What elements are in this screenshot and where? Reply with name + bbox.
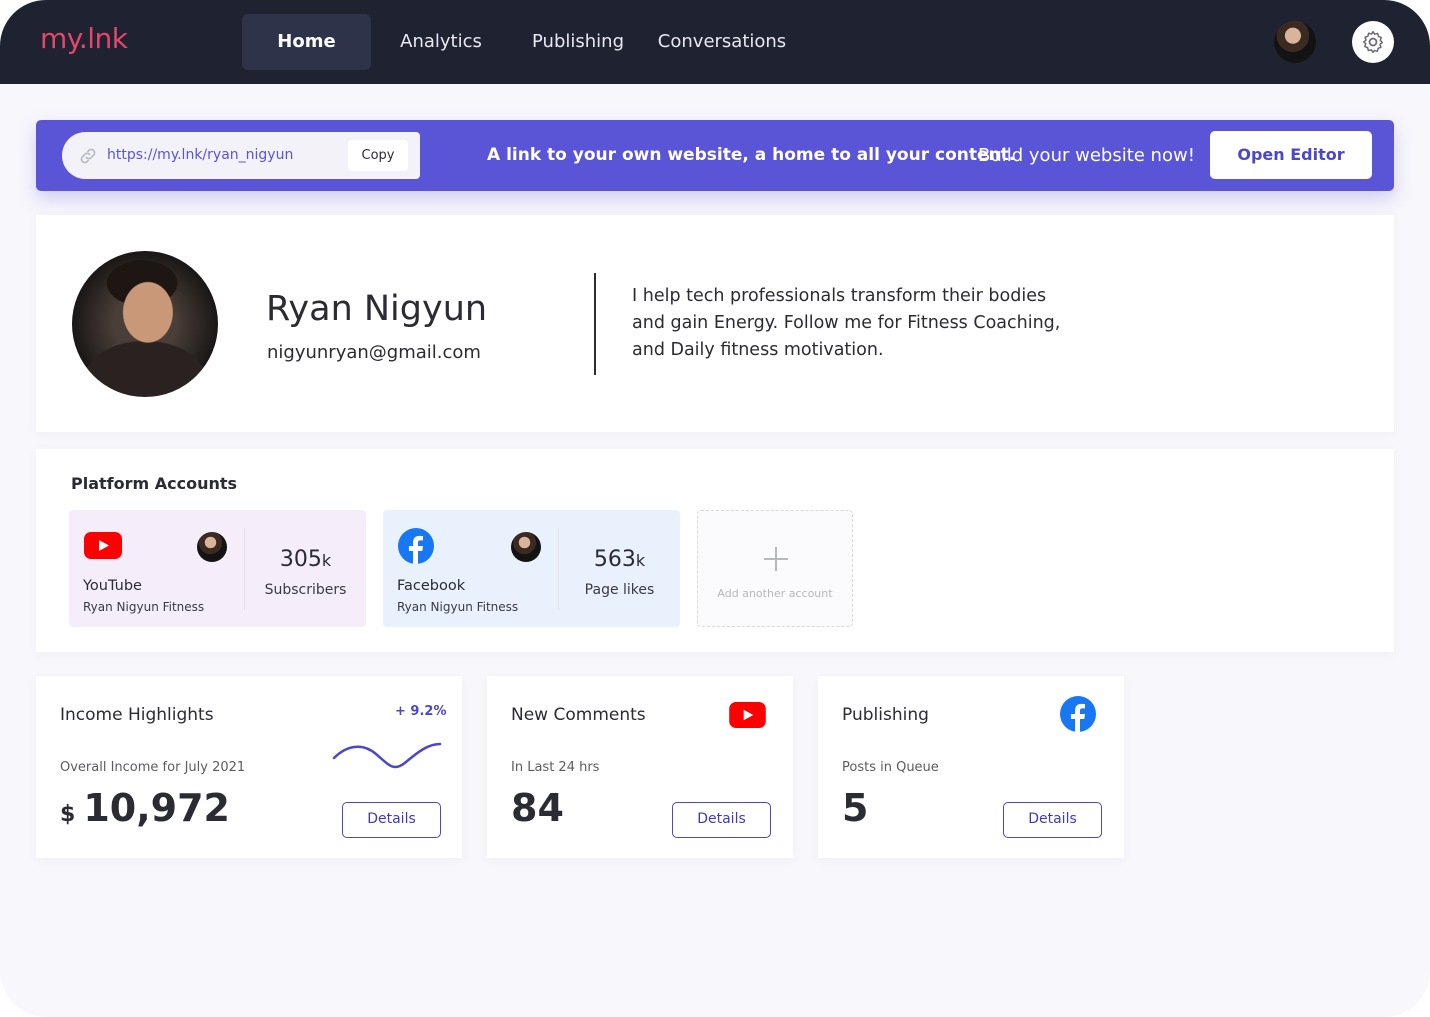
app-logo[interactable]: my.lnk <box>40 22 128 55</box>
open-editor-button[interactable]: Open Editor <box>1210 131 1372 179</box>
youtube-account-card[interactable]: YouTube Ryan Nigyun Fitness 305k Subscri… <box>69 510 366 627</box>
platform-name: YouTube <box>83 578 142 594</box>
app-window: my.lnk Home Analytics Publishing Convers… <box>0 0 1430 1017</box>
facebook-account-card[interactable]: Facebook Ryan Nigyun Fitness 563k Page l… <box>383 510 680 627</box>
new-comments-card: New Comments In Last 24 hrs 84 Details <box>487 676 793 858</box>
publishing-value: 5 <box>842 786 869 830</box>
income-subtitle: Overall Income for July 2021 <box>60 760 246 775</box>
stat-label: Subscribers <box>264 582 347 598</box>
top-navigation-bar: my.lnk Home Analytics Publishing Convers… <box>0 0 1430 84</box>
stat-value: 563 <box>593 547 636 572</box>
profile-name: Ryan Nigyun <box>266 289 488 329</box>
currency-symbol: $ <box>60 802 76 827</box>
user-avatar[interactable] <box>1274 21 1316 63</box>
copy-link-button[interactable]: Copy <box>348 140 408 171</box>
add-account-button[interactable]: Add another account <box>697 510 853 627</box>
platform-accounts-card: Platform Accounts YouTube Ryan Nigyun Fi… <box>36 449 1394 652</box>
profile-bio: I help tech professionals transform thei… <box>632 286 1061 360</box>
comments-title: New Comments <box>511 705 646 725</box>
banner-cta-text: Build your website now! <box>978 145 1195 166</box>
account-avatar <box>511 532 541 562</box>
tab-conversations[interactable]: Conversations <box>652 14 792 70</box>
tab-publishing[interactable]: Publishing <box>520 14 636 70</box>
profile-divider <box>594 273 596 375</box>
page-likes-count: 563k <box>559 547 680 572</box>
add-account-label: Add another account <box>717 587 833 600</box>
gear-icon <box>1363 30 1383 54</box>
tab-analytics[interactable]: Analytics <box>383 14 499 70</box>
income-details-button[interactable]: Details <box>342 802 441 838</box>
income-sparkline <box>332 742 442 769</box>
stat-unit: k <box>635 551 646 570</box>
income-title: Income Highlights <box>60 705 214 725</box>
income-change-badge: + 9.2% <box>395 704 447 719</box>
profile-link-box: https://my.lnk/ryan_nigyun Copy <box>62 132 420 179</box>
profile-card: Ryan Nigyun nigyunryan@gmail.com I help … <box>36 215 1394 432</box>
platform-name: Facebook <box>397 578 466 594</box>
profile-link-url[interactable]: https://my.lnk/ryan_nigyun <box>107 147 293 163</box>
youtube-icon <box>729 702 766 728</box>
subscriber-count: 305k <box>245 547 366 572</box>
logo-text-part1: my. <box>40 22 88 55</box>
profile-email: nigyunryan@gmail.com <box>267 342 481 363</box>
account-avatar <box>197 532 227 562</box>
stat-value: 305 <box>279 547 322 572</box>
income-value: $10,972 <box>60 786 230 830</box>
comments-subtitle: In Last 24 hrs <box>511 760 600 775</box>
comments-details-button[interactable]: Details <box>672 802 771 838</box>
youtube-icon <box>84 532 122 559</box>
facebook-icon <box>398 528 434 564</box>
comments-value: 84 <box>511 786 564 830</box>
income-highlights-card: Income Highlights + 9.2% Overall Income … <box>36 676 462 858</box>
platform-accounts-title: Platform Accounts <box>71 474 238 493</box>
account-name: Ryan Nigyun Fitness <box>397 600 519 614</box>
link-icon <box>80 148 96 164</box>
banner-tagline: A link to your own website, a home to al… <box>487 145 1016 165</box>
tab-home[interactable]: Home <box>242 14 371 70</box>
stat-label: Page likes <box>584 582 655 598</box>
settings-button[interactable] <box>1352 21 1394 63</box>
publishing-card: Publishing Posts in Queue 5 Details <box>818 676 1124 858</box>
publishing-details-button[interactable]: Details <box>1003 802 1102 838</box>
publishing-subtitle: Posts in Queue <box>842 760 939 775</box>
stat-unit: k <box>321 551 332 570</box>
plus-icon <box>764 547 788 571</box>
income-amount: 10,972 <box>83 786 230 830</box>
logo-text-part2: lnk <box>87 22 128 55</box>
profile-avatar <box>72 251 218 397</box>
facebook-icon <box>1060 696 1096 732</box>
account-name: Ryan Nigyun Fitness <box>83 600 205 614</box>
website-promo-banner: https://my.lnk/ryan_nigyun Copy A link t… <box>36 120 1394 191</box>
publishing-title: Publishing <box>842 705 929 725</box>
